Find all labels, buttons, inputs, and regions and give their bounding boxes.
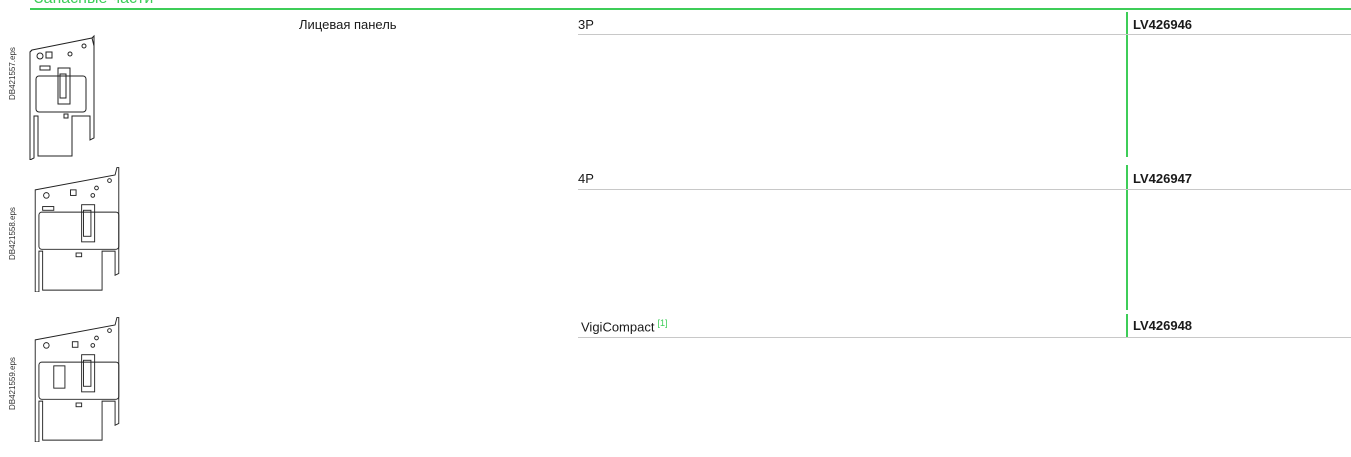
- front-panel-4p-drawing: [34, 167, 120, 292]
- section-heading: Запасные части: [34, 0, 153, 8]
- catalog-reference: LV426948: [1133, 318, 1193, 333]
- vigicompact-label: VigiCompact: [581, 319, 655, 335]
- pole-option-label: VigiCompact [1]: [581, 318, 667, 334]
- pole-option-label: 3P: [578, 17, 594, 32]
- catalog-reference: LV426947: [1133, 171, 1193, 186]
- front-panel-vigicompact-drawing: [34, 317, 120, 442]
- product-description: Лицевая панель: [299, 17, 397, 32]
- column-divider: [1126, 165, 1128, 310]
- row-divider: [578, 337, 1351, 338]
- pole-option-label: 4P: [578, 171, 594, 186]
- row-divider: [578, 34, 1351, 35]
- catalog-reference: LV426946: [1133, 17, 1193, 32]
- footnote-marker[interactable]: [1]: [657, 318, 667, 328]
- drawing-code: DB421558.eps: [8, 207, 17, 260]
- top-rule: [30, 8, 1351, 10]
- row-divider: [578, 189, 1351, 190]
- front-panel-3p-drawing: [29, 34, 95, 160]
- column-divider: [1126, 314, 1128, 338]
- drawing-code: DB421559.eps: [8, 357, 17, 410]
- drawing-code: DB421557.eps: [8, 47, 17, 100]
